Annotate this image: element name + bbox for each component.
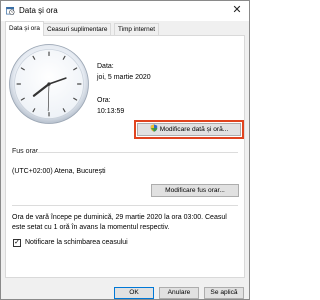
section-divider bbox=[36, 152, 238, 153]
close-button[interactable]: ✕ bbox=[227, 2, 247, 19]
title-bar[interactable]: Data și ora ✕ bbox=[1, 1, 249, 21]
tab-date-time[interactable]: Data și ora bbox=[5, 21, 44, 36]
change-timezone-label: Modificare fus orar... bbox=[165, 187, 225, 194]
apply-label: Se aplică bbox=[210, 289, 238, 296]
cancel-label: Anulare bbox=[167, 289, 191, 296]
cancel-button[interactable]: Anulare bbox=[159, 287, 199, 299]
timezone-section-label: Fus orar bbox=[12, 148, 39, 155]
tab-additional-clocks[interactable]: Ceasuri suplimentare bbox=[43, 23, 112, 35]
dst-notice: Ora de vară începe pe duminică, 29 marti… bbox=[12, 214, 227, 231]
section-divider bbox=[12, 205, 238, 206]
date-label: Data: bbox=[97, 63, 114, 70]
apply-button[interactable]: Se aplică bbox=[204, 287, 244, 299]
ok-label: OK bbox=[129, 289, 139, 296]
time-label: Ora: bbox=[97, 97, 111, 104]
notify-checkbox[interactable]: ✓ bbox=[13, 239, 21, 247]
date-time-dialog: Data și ora ✕ Data și ora Ceasuri suplim… bbox=[0, 0, 250, 300]
analog-clock bbox=[9, 44, 89, 124]
timezone-value: (UTC+02:00) Atena, București bbox=[12, 168, 106, 175]
tab-panel-date-time: Data: joi, 5 martie 2020 Ora: 10:13:59 M… bbox=[5, 35, 245, 278]
change-timezone-button[interactable]: Modificare fus orar... bbox=[151, 184, 239, 197]
tab-internet-time[interactable]: Timp internet bbox=[114, 23, 160, 35]
uac-shield-icon bbox=[150, 124, 157, 132]
tab-label: Timp internet bbox=[118, 26, 156, 33]
tab-label: Data și ora bbox=[9, 25, 40, 32]
date-value: joi, 5 martie 2020 bbox=[97, 74, 151, 81]
close-icon: ✕ bbox=[232, 4, 242, 16]
ok-button[interactable]: OK bbox=[114, 287, 154, 299]
window-title: Data și ora bbox=[19, 6, 58, 15]
tab-strip: Data și ora Ceasuri suplimentare Timp in… bbox=[5, 21, 245, 36]
check-icon: ✓ bbox=[14, 239, 20, 246]
tab-label: Ceasuri suplimentare bbox=[47, 26, 108, 33]
calendar-clock-icon bbox=[6, 6, 15, 15]
time-value: 10:13:59 bbox=[97, 108, 125, 115]
change-date-time-button[interactable]: Modificare dată și oră... bbox=[134, 120, 244, 139]
notify-label: Notificare la schimbarea ceasului bbox=[25, 239, 128, 246]
change-date-time-label: Modificare dată și oră... bbox=[159, 126, 229, 133]
